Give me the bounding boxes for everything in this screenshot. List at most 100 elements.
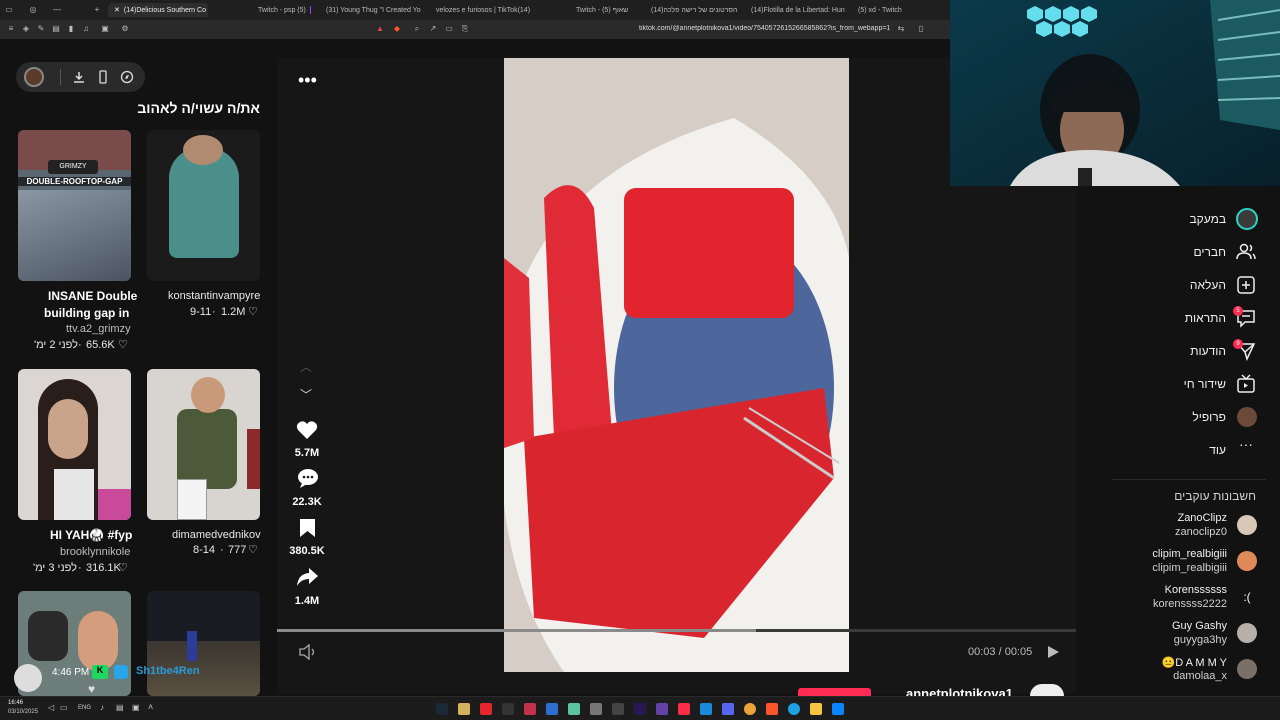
author-handle[interactable]: annetplotnikova1: [906, 686, 1013, 696]
progress-track[interactable]: [277, 629, 1076, 632]
video-card[interactable]: [147, 130, 260, 281]
more-icon[interactable]: ···: [1239, 436, 1253, 452]
brave-rewards-icon[interactable]: ▲: [375, 24, 385, 34]
language-indicator[interactable]: ENG: [78, 705, 91, 711]
screenshot-icon[interactable]: ▭: [444, 24, 454, 34]
new-tab-icon[interactable]: +: [92, 5, 102, 15]
search-icon[interactable]: ⌕: [412, 24, 422, 34]
url-bar[interactable]: tiktok.com/@annetplotnikova1/video/75405…: [639, 25, 894, 32]
nav-upload[interactable]: העלאה: [1190, 278, 1226, 292]
nav-profile[interactable]: פרופיל: [1192, 410, 1226, 424]
tray-icon[interactable]: ▤: [116, 703, 124, 712]
author-avatar[interactable]: [1030, 684, 1064, 696]
premiere-icon[interactable]: [634, 703, 646, 715]
nav-live[interactable]: שידור חי: [1184, 377, 1226, 391]
account-avatar[interactable]: [1237, 659, 1257, 679]
account-avatar[interactable]: :(: [1237, 587, 1257, 607]
nav-friends[interactable]: חברים: [1193, 245, 1226, 259]
volume-icon[interactable]: [298, 644, 318, 660]
nav-more[interactable]: עוד: [1209, 443, 1226, 457]
heart-icon[interactable]: [296, 420, 318, 440]
edge-icon[interactable]: [788, 703, 800, 715]
discord-icon[interactable]: [722, 703, 734, 715]
tab[interactable]: velozes e furiosos | TikTok(14): [430, 3, 540, 17]
notes-icon[interactable]: [502, 703, 514, 715]
account-name[interactable]: Korenssssss: [1165, 584, 1227, 596]
wallet-icon[interactable]: ▣: [100, 24, 110, 34]
phone-icon[interactable]: [96, 70, 110, 84]
sidebar-icon[interactable]: ▮: [66, 24, 76, 34]
bookmark-icon[interactable]: ▯: [916, 24, 926, 34]
settings-icon[interactable]: ⚙: [120, 24, 130, 34]
account-avatar[interactable]: [1237, 623, 1257, 643]
tab-active[interactable]: ✕ (14)Delicious Southern Co: [108, 3, 208, 17]
card-author[interactable]: brooklynnikole: [60, 546, 130, 558]
nav-following[interactable]: במעקב: [1189, 212, 1226, 226]
explorer-icon[interactable]: [810, 703, 822, 715]
nav-messages[interactable]: הודעות: [1190, 344, 1226, 358]
translate-icon[interactable]: ⎘: [460, 24, 470, 34]
menu-icon[interactable]: ≡: [6, 24, 16, 34]
card-author[interactable]: ttv.a2_grimzy: [66, 323, 131, 335]
close-tab-icon[interactable]: ✕: [114, 6, 120, 14]
more-options-icon[interactable]: •••: [298, 70, 317, 91]
folder-app-icon[interactable]: [458, 703, 470, 715]
account-name[interactable]: Guy Gashy: [1172, 620, 1227, 632]
tab[interactable]: (14)Flotilla de la Libertad: Hun: [745, 3, 845, 17]
mic-icon[interactable]: ♪: [100, 703, 104, 712]
bookmark-bar-icon[interactable]: ▤: [51, 24, 61, 34]
chevron-up-icon[interactable]: ˄: [148, 702, 153, 712]
share-page-icon[interactable]: ↗: [428, 24, 438, 34]
card-author[interactable]: konstantinvampyre: [168, 290, 260, 302]
tune-icon[interactable]: ⇆: [896, 24, 906, 34]
app-icon-blue[interactable]: [546, 703, 558, 715]
download-icon[interactable]: [72, 70, 86, 84]
tab-search-icon[interactable]: ◎: [28, 5, 38, 15]
next-video-icon[interactable]: ﹀: [300, 386, 312, 403]
music-app-icon[interactable]: [678, 703, 690, 715]
video-frame[interactable]: [504, 58, 849, 672]
follow-button[interactable]: [798, 688, 871, 696]
account-name[interactable]: clipim_realbigiii: [1152, 548, 1227, 560]
account-name[interactable]: 😐D A M M Y: [1162, 656, 1227, 669]
app-icon-red[interactable]: [480, 703, 492, 715]
minimize-icon[interactable]: —: [52, 5, 62, 15]
chrome-icon[interactable]: [744, 703, 756, 715]
extension-icon[interactable]: ✎: [36, 24, 46, 34]
play-icon[interactable]: [1046, 645, 1060, 659]
compass-icon[interactable]: [120, 70, 134, 84]
window-menu-icon[interactable]: ▭: [4, 5, 14, 15]
app-icon-sky[interactable]: [700, 703, 712, 715]
tab[interactable]: (31) Young Thug "I Created Yo: [320, 3, 422, 17]
windows-start-icon[interactable]: [832, 703, 844, 715]
brave-icon[interactable]: [766, 703, 778, 715]
upload-icon[interactable]: [1236, 275, 1256, 295]
network-icon[interactable]: ▭: [60, 703, 68, 712]
share-icon[interactable]: [296, 567, 319, 587]
tab[interactable]: (14)הסרטונים של רישה פלכה: [645, 3, 745, 17]
steam-icon[interactable]: [436, 703, 448, 715]
nav-activity[interactable]: התראות: [1185, 311, 1226, 325]
friends-icon[interactable]: [1236, 242, 1256, 262]
avatar[interactable]: [24, 67, 44, 87]
following-avatar-icon[interactable]: [1236, 208, 1258, 230]
card-author[interactable]: dimamedvednikov: [172, 529, 261, 541]
tray-icon-2[interactable]: ▣: [132, 703, 140, 712]
comment-icon[interactable]: [297, 468, 319, 488]
brave-shields-icon[interactable]: ◆: [392, 24, 402, 34]
video-card[interactable]: [147, 369, 260, 520]
tab[interactable]: Twitch - psp (5): [252, 3, 316, 17]
music-icon[interactable]: ♫: [81, 24, 91, 34]
app-icon-pink[interactable]: [524, 703, 536, 715]
shield-icon[interactable]: ◈: [21, 24, 31, 34]
account-avatar[interactable]: [1237, 515, 1257, 535]
tab[interactable]: (5) xd - Twitch: [852, 3, 944, 17]
settings-app-icon[interactable]: [590, 703, 602, 715]
account-name[interactable]: ZanoClipz: [1177, 512, 1227, 524]
previous-video-icon[interactable]: ︿: [300, 358, 312, 375]
app-icon-green[interactable]: [568, 703, 580, 715]
bookmark-icon[interactable]: [299, 518, 316, 538]
video-card[interactable]: [147, 591, 260, 696]
account-avatar[interactable]: [1237, 551, 1257, 571]
tab[interactable]: Twitch - שאוף (5): [570, 3, 632, 17]
